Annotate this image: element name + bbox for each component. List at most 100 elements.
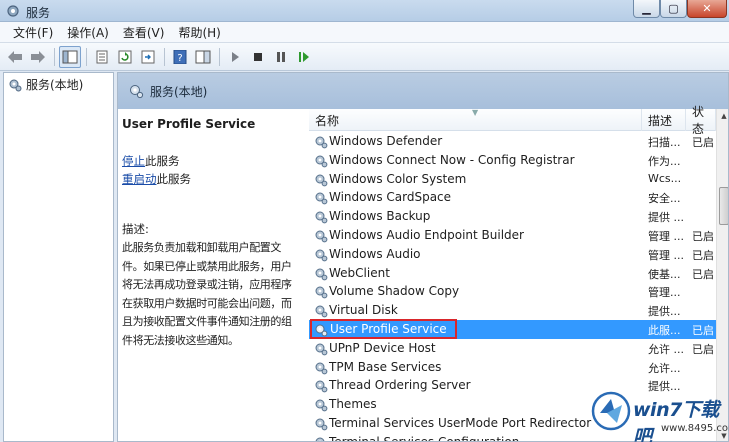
service-name: Terminal Services Configuration — [329, 434, 520, 442]
service-name: Windows Defender — [329, 134, 443, 148]
description-line: 此服务负责加载和卸载用户配置文 — [122, 241, 281, 254]
service-gear-icon — [315, 155, 328, 168]
column-header-description[interactable]: 描述 — [642, 109, 686, 131]
service-gear-icon — [315, 380, 328, 393]
minimize-button[interactable]: ▁ — [633, 0, 660, 18]
console-tree-button[interactable] — [59, 45, 81, 68]
show-hide-pane-button[interactable] — [192, 46, 214, 68]
service-description: 允许 ... — [648, 342, 684, 356]
service-gear-icon — [315, 249, 328, 262]
service-name: Terminal Services UserMode Port Redirect… — [329, 415, 592, 430]
menu-help[interactable]: 帮助(H) — [171, 24, 227, 41]
service-description: 扫描... — [648, 136, 681, 149]
service-row[interactable]: Windows Defender 扫描... 已启 — [309, 132, 716, 151]
menu-view[interactable]: 查看(V) — [116, 24, 172, 41]
description-line: 在获取用户数据时可能会出问题，而 — [122, 296, 292, 310]
column-header-row: 名称 ▼ 描述 状态 — [309, 105, 728, 136]
window-title: 服务 — [26, 6, 51, 20]
service-row[interactable]: Volume Shadow Copy 管理... — [309, 282, 716, 301]
maximize-icon: ▢ — [668, 2, 679, 15]
tree-node-services-local[interactable]: 服务(本地) — [8, 76, 83, 93]
service-row[interactable]: Windows Color System Wcs... — [309, 170, 716, 189]
sort-indicator-icon: ▼ — [472, 108, 479, 117]
restart-service-link[interactable]: 重启动 — [122, 172, 157, 186]
service-description: 提供 ... — [648, 211, 684, 225]
maximize-button[interactable]: ▢ — [660, 0, 687, 18]
export-list-button[interactable] — [137, 46, 159, 68]
refresh-icon — [118, 50, 132, 63]
refresh-button[interactable] — [114, 46, 136, 68]
menu-action[interactable]: 操作(A) — [60, 24, 116, 41]
service-gear-icon — [315, 136, 328, 149]
service-gear-icon — [315, 230, 328, 243]
properties-icon — [96, 50, 108, 63]
service-gear-icon — [315, 343, 328, 356]
service-row[interactable]: UPnP Device Host 允许 ... 已启 — [309, 339, 716, 358]
service-name: WebClient — [329, 265, 390, 280]
start-service-button[interactable] — [224, 46, 246, 68]
service-gear-icon — [315, 211, 328, 224]
title-bar: 服务 ▁ ▢ ✕ — [0, 0, 729, 22]
service-description: 作为... — [648, 154, 681, 168]
service-row[interactable]: Virtual Disk 提供... — [309, 301, 716, 320]
service-gear-icon — [315, 362, 328, 374]
service-row[interactable]: Windows Connect Now - Config Registrar 作为… — [309, 151, 716, 170]
description-line: 件。如果已停止或禁用此服务，用户 — [122, 259, 292, 273]
service-description: 提供... — [648, 305, 681, 319]
service-row[interactable]: Windows Audio Endpoint Builder 管理 ... 已启 — [309, 226, 716, 245]
service-description: 此服... — [648, 323, 681, 337]
stop-service-button[interactable] — [247, 46, 269, 68]
service-row[interactable]: TPM Base Services 允许... — [309, 358, 716, 377]
menu-file[interactable]: 文件(F) — [6, 24, 60, 41]
service-description: 使基... — [648, 267, 681, 281]
service-gear-icon — [315, 399, 328, 412]
back-arrow-icon — [8, 50, 22, 63]
service-name: Thread Ordering Server — [329, 378, 471, 393]
service-status: 已启 — [692, 248, 714, 262]
service-row[interactable]: Windows Audio 管理 ... 已启 — [309, 245, 716, 264]
toolbar-separator — [219, 47, 220, 66]
stop-service-link[interactable]: 停止 — [122, 154, 145, 168]
back-button[interactable] — [4, 46, 26, 68]
service-row[interactable]: User Profile Service 此服... 已启 — [309, 318, 716, 339]
service-row[interactable]: Windows Backup 提供 ... — [309, 207, 716, 226]
description-text: 此服务负责加载和卸载用户配置文 件。如果已停止或禁用此服务，用户 将无法再成功登… — [122, 239, 298, 351]
properties-button[interactable] — [91, 46, 113, 68]
service-name: Windows CardSpace — [329, 190, 452, 205]
forward-arrow-icon — [31, 50, 45, 63]
service-row[interactable]: WebClient 使基... 已启 — [309, 264, 716, 283]
service-gear-icon — [315, 286, 328, 299]
description-label: 描述: — [122, 222, 149, 236]
stop-service-icon — [254, 52, 262, 61]
column-header-status[interactable]: 状态 — [686, 105, 716, 136]
service-description: 允许... — [648, 361, 681, 375]
service-name: TPM Base Services — [329, 359, 442, 374]
toolbar: ? — [0, 43, 729, 71]
stop-action: 停止此服务 — [122, 153, 180, 169]
service-gear-icon — [315, 268, 328, 280]
pause-service-button[interactable] — [270, 46, 292, 68]
service-name: Windows Audio Endpoint Builder — [329, 227, 524, 242]
restart-link-suffix: 此服务 — [156, 172, 192, 186]
restart-service-button[interactable] — [293, 46, 315, 68]
service-gear-icon — [315, 305, 328, 318]
column-description-label: 描述 — [648, 113, 673, 128]
show-hide-pane-icon — [195, 50, 211, 63]
service-name: Windows Connect Now - Config Registrar — [329, 152, 575, 167]
service-status: 已启 — [692, 342, 714, 356]
toolbar-separator — [86, 47, 87, 66]
scrollbar-thumb[interactable] — [719, 187, 728, 225]
export-list-icon — [141, 50, 155, 63]
service-name: Themes — [329, 397, 377, 412]
service-row[interactable]: Windows CardSpace 安全... — [309, 188, 716, 207]
menu-bar: 文件(F) 操作(A) 查看(V) 帮助(H) — [0, 22, 729, 43]
close-button[interactable]: ✕ — [687, 0, 727, 18]
console-tree: 服务(本地) — [3, 72, 114, 442]
svg-text:?: ? — [177, 53, 182, 64]
service-gear-icon — [315, 437, 325, 441]
forward-button[interactable] — [27, 46, 49, 68]
service-name: Volume Shadow Copy — [329, 284, 460, 299]
help-button[interactable]: ? — [169, 46, 191, 68]
scroll-up-icon[interactable]: ▲ — [717, 109, 728, 123]
service-name: Windows Audio — [329, 246, 421, 261]
